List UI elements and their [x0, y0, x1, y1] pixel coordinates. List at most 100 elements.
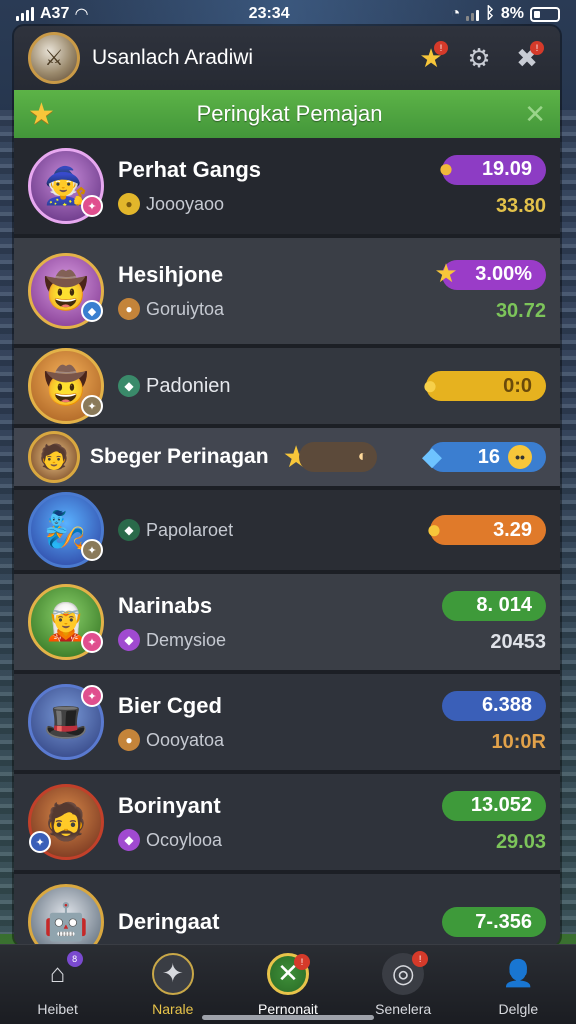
score-pill: 13.052: [442, 790, 546, 821]
player-name: Sbeger Perinagan: [90, 445, 269, 468]
leaderboard-panel: ⚔ Usanlach Aradiwi ★! ⚙ ✖! ★ Peringkat P…: [14, 26, 560, 946]
player-row[interactable]: 🤠 ✦ ◆ Padonien ● 0:0: [14, 348, 560, 428]
score-pill: ★ 3.00%: [434, 258, 546, 290]
clock: 23:34: [248, 5, 290, 22]
player-row-highlighted[interactable]: 🧑 Sbeger Perinagan ★ ◐ ◆ 16 ••: [14, 428, 560, 490]
cell-signal-icon: [466, 7, 480, 21]
gold-coin-icon: ●: [426, 513, 442, 544]
gem-icon: ◆: [118, 629, 140, 651]
smiley-icon: ••: [508, 445, 532, 469]
tools-button[interactable]: ✖!: [508, 39, 546, 77]
coin-icon: ●: [118, 193, 140, 215]
player-subtitle: Oooyatoa: [146, 729, 225, 750]
player-row[interactable]: 🤠 ◆ Hesihjone ● Goruiytoa ★ 3.00% 30.72: [14, 238, 560, 348]
nav-label: Narale: [152, 1000, 194, 1017]
nav-item-target[interactable]: ◎! Senelera: [353, 950, 453, 1017]
avatar-badge: ✦: [81, 631, 103, 653]
player-name: Perhat Gangs: [118, 157, 262, 182]
player-name: Hesihjone: [118, 262, 224, 287]
player-value: 10:0R: [491, 730, 546, 753]
player-name: Bier Cged: [118, 693, 222, 718]
player-subtitle: Papolaroet: [146, 519, 234, 540]
player-name: Borinyant: [118, 793, 221, 818]
rotation-lock-icon: ◔: [450, 5, 461, 22]
gem-icon: ◆: [118, 829, 140, 851]
player-row[interactable]: 🧝 ✦ Narinabs ◆ Demysioe 8. 014 20453: [14, 574, 560, 674]
avatar-badge: ✦: [81, 195, 103, 217]
home-indicator: [202, 1015, 374, 1020]
nav-label: Delgle: [498, 1000, 539, 1017]
star-notification-button[interactable]: ★!: [412, 39, 450, 77]
player-subtitle: Joooyaoo: [146, 193, 225, 214]
bottom-nav: ⌂ 8 Heibet ✦ Narale ✕! Pernonait ◎! Senel…: [0, 944, 576, 1024]
nav-badge: !: [293, 953, 310, 970]
score-pill: 7-.356: [442, 907, 546, 937]
player-avatar: 🧙 ✦: [28, 148, 104, 224]
player-name: Deringaat: [118, 909, 220, 934]
battery-percent: 8%: [500, 5, 524, 22]
player-avatar: 🎩 ✦: [28, 684, 104, 760]
player-avatar: 🧝 ✦: [28, 584, 104, 660]
notification-badge: !: [434, 41, 448, 55]
gold-coin-icon: ●: [438, 153, 454, 183]
bread-icon: ●: [118, 298, 140, 320]
profile-icon: 👤: [502, 958, 535, 988]
score-pill: 8. 014: [442, 590, 546, 621]
gold-coin-icon: ●: [422, 369, 438, 400]
app-logo[interactable]: ⚔: [28, 32, 80, 84]
player-name: Narinabs: [118, 593, 213, 618]
player-value: 20453: [490, 630, 546, 653]
player-row[interactable]: 🧞 ✦ ◆ Papolaroet ● 3.29: [14, 490, 560, 574]
avatar-badge: ✦: [81, 395, 103, 417]
nav-badge: !: [412, 950, 429, 967]
player-subtitle: Demysioe: [146, 629, 227, 650]
player-subtitle: Ocoylooa: [146, 829, 223, 850]
nav-label: Senelera: [375, 1000, 432, 1017]
player-row[interactable]: 🎩 ✦ Bier Cged ● Oooyatoa 6.388 10:0R: [14, 674, 560, 774]
player-row[interactable]: 🤖 Deringaat 7-.356: [14, 874, 560, 946]
target-icon: ◎!: [382, 950, 429, 995]
player-avatar: 🤖: [28, 884, 104, 946]
settings-button[interactable]: ⚙: [460, 39, 498, 77]
star-icon: ★: [434, 258, 458, 288]
diamond-icon: ◆: [422, 440, 442, 471]
score-pill: ● 0:0: [422, 370, 546, 401]
player-avatar: 🤠 ✦: [28, 348, 104, 424]
player-row[interactable]: 🧙 ✦ Perhat Gangs ● Joooyaoo ● 19.09 33.80: [14, 138, 560, 238]
app-header: ⚔ Usanlach Aradiwi ★! ⚙ ✖!: [14, 26, 560, 90]
shield-icon: ◆: [118, 519, 140, 541]
swords-icon: ✕!: [266, 952, 310, 995]
battery-icon: [530, 6, 560, 22]
nav-item-profile[interactable]: 👤 Delgle: [468, 953, 568, 1017]
player-list: 🧙 ✦ Perhat Gangs ● Joooyaoo ● 19.09 33.80 🤠…: [14, 138, 560, 946]
home-icon: ⌂ 8: [37, 950, 83, 995]
score-pill: 6.388: [442, 690, 546, 721]
nav-badge: 8: [66, 950, 83, 967]
tools-badge: !: [530, 41, 544, 55]
gear-icon: ⚙: [467, 42, 491, 73]
pet-slot: ◐: [299, 442, 378, 472]
signal-icon: [16, 7, 34, 21]
player-avatar: 🤠 ◆: [28, 253, 104, 329]
close-icon[interactable]: ✕: [524, 99, 546, 130]
gem-icon: ◆: [118, 375, 140, 397]
player-avatar: 🧔 ✦: [28, 784, 104, 860]
player-value: 30.72: [495, 299, 546, 322]
avatar-badge: ✦: [81, 539, 103, 561]
carrier-label: A37: [40, 5, 70, 22]
nav-item-home[interactable]: ⌂ 8 Heibet: [8, 950, 108, 1017]
nav-item-battle[interactable]: ✕! Pernonait: [238, 952, 338, 1017]
player-subtitle: Padonien: [146, 374, 231, 397]
nav-label: Heibet: [37, 1000, 78, 1017]
avatar-badge: ◆: [81, 300, 103, 322]
player-row[interactable]: 🧔 ✦ Borinyant ◆ Ocoylooa 13.052 29.03: [14, 774, 560, 874]
wifi-icon: ◠: [75, 6, 88, 23]
player-subtitle: Goruiytoa: [146, 298, 225, 319]
player-value: 33.80: [495, 194, 546, 217]
nav-item-compass[interactable]: ✦ Narale: [123, 952, 223, 1017]
score-pill: ◆ 16 ••: [422, 441, 546, 472]
player-avatar: 🧞 ✦: [28, 492, 104, 568]
status-bar: A37 ◠ 23:34 ◔ ᛒ 8%: [0, 0, 576, 28]
compass-icon: ✦: [151, 952, 194, 995]
score-pill: ● 3.29: [426, 514, 546, 545]
